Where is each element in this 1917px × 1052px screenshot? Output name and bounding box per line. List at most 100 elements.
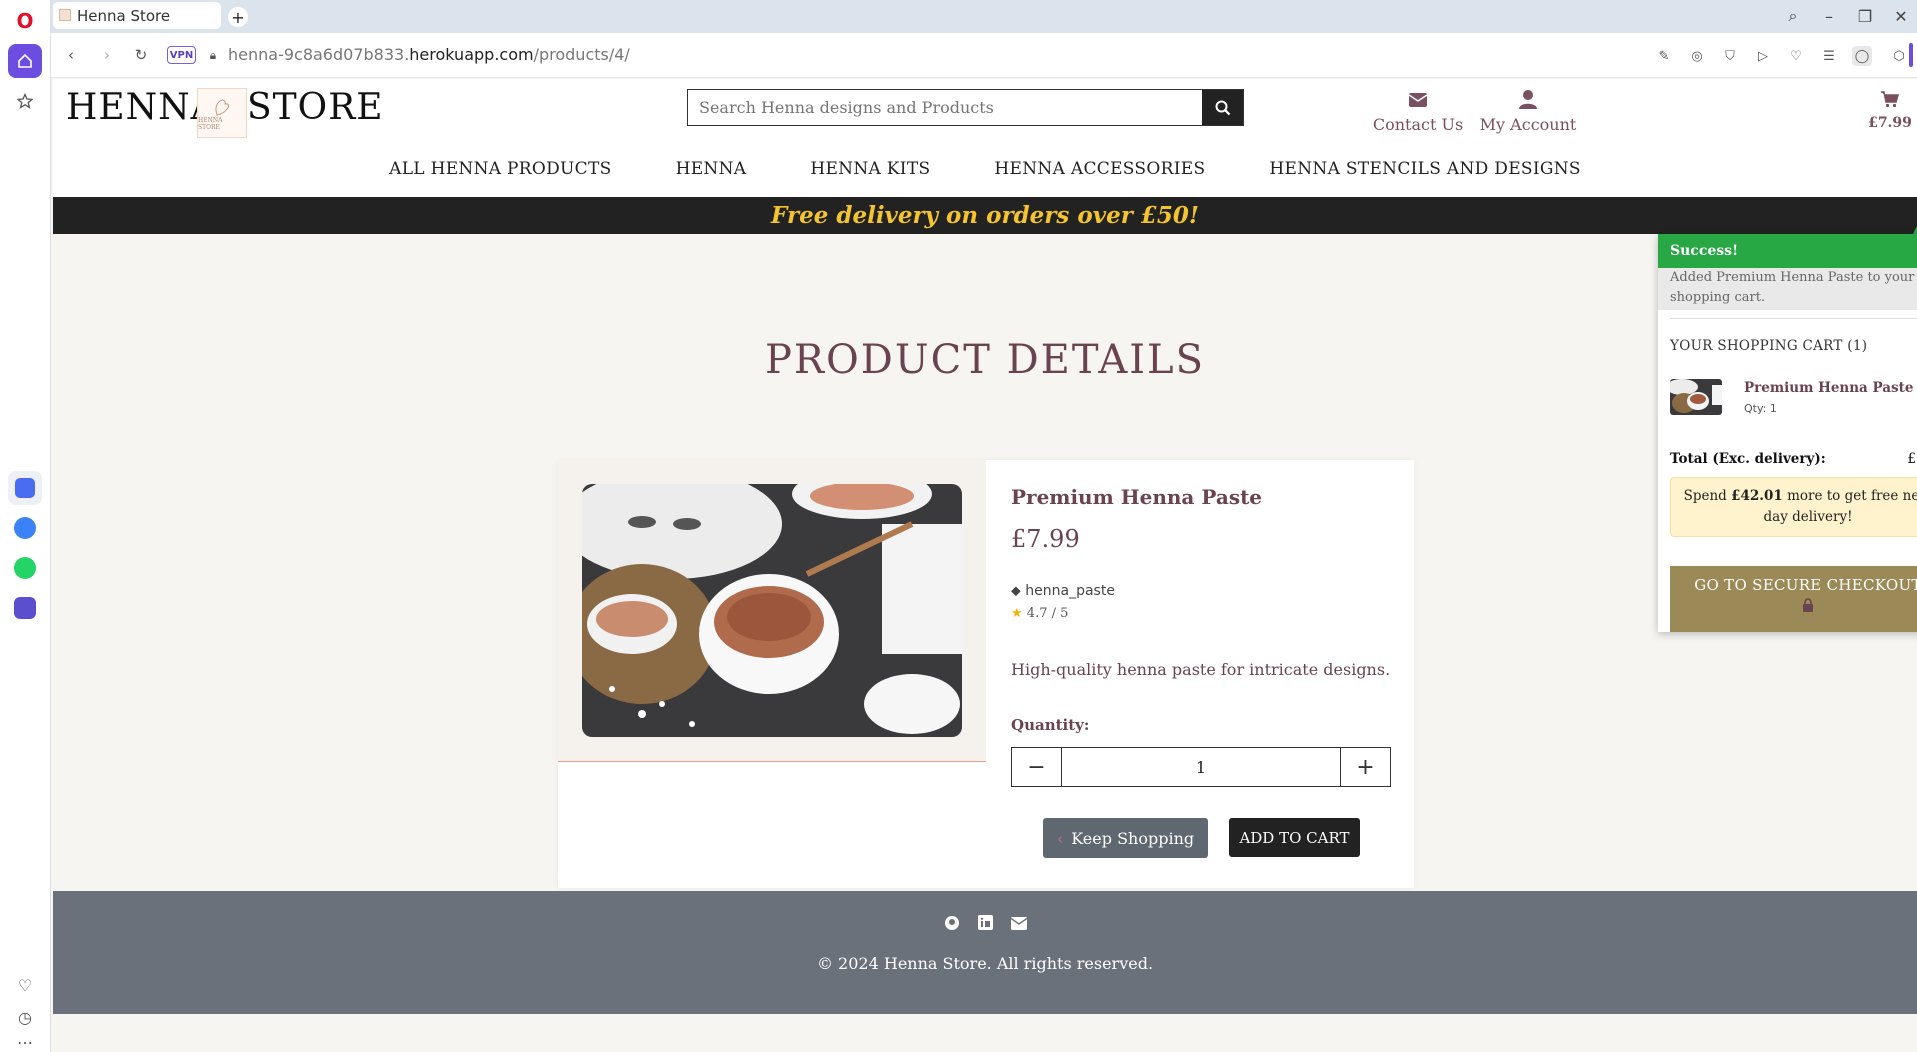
- aria-ai-icon[interactable]: [8, 471, 42, 505]
- contact-us-link[interactable]: Contact Us: [1363, 89, 1473, 134]
- reload-icon[interactable]: ↻: [131, 45, 151, 65]
- product-price: £7.99: [1011, 525, 1080, 553]
- webpage: HENNA HENNA STORE STORE Contact Us My Ac…: [53, 79, 1917, 1052]
- my-account-label: My Account: [1479, 115, 1577, 134]
- checkout-button[interactable]: GO TO SECURE CHECKOUT: [1670, 566, 1917, 632]
- camera-icon[interactable]: ◎: [1687, 46, 1707, 66]
- product-name: Premium Henna Paste: [1011, 485, 1263, 509]
- email-icon[interactable]: [1010, 915, 1027, 935]
- search-form: [687, 89, 1244, 126]
- checkout-label: GO TO SECURE CHECKOUT: [1694, 576, 1917, 594]
- address-bar: ‹ › ↻ VPN 🔒︎ henna-9c8a6d07b833.herokuap…: [51, 33, 1917, 78]
- quantity-stepper: − 1 +: [1011, 747, 1391, 787]
- more-icon[interactable]: …: [8, 1028, 42, 1048]
- toast-item-name[interactable]: Premium Henna Paste: [1744, 380, 1913, 396]
- rating-value: 4.7 / 5: [1026, 606, 1069, 621]
- product-rating: ★ 4.7 / 5: [1011, 606, 1068, 621]
- quantity-input[interactable]: 1: [1061, 748, 1341, 786]
- forward-icon[interactable]: ›: [97, 45, 117, 65]
- toast-total-value: £7.99: [1907, 451, 1917, 467]
- product-image-column: [558, 460, 986, 762]
- sidebar-indicator: [1909, 43, 1913, 67]
- nav-henna-accessories[interactable]: HENNA ACCESSORIES: [962, 149, 1237, 189]
- nav-henna[interactable]: HENNA: [644, 149, 779, 189]
- search-tabs-icon[interactable]: ⌕: [1780, 4, 1806, 28]
- github-icon[interactable]: [944, 915, 960, 935]
- search-input[interactable]: [688, 90, 1202, 125]
- messenger-icon[interactable]: [8, 511, 42, 545]
- home-icon[interactable]: [8, 44, 42, 78]
- toast-total-label: Total (Exc. delivery):: [1670, 451, 1826, 467]
- browser-sidebar: O ♡ ◷ …: [0, 0, 51, 1052]
- toast-header: Success! ✕: [1658, 234, 1917, 268]
- toast-item-thumbnail[interactable]: [1670, 379, 1722, 415]
- social-links: [53, 915, 1917, 935]
- lock-icon: [1670, 598, 1917, 616]
- cart-link[interactable]: £7.99: [1865, 89, 1915, 131]
- easy-setup-icon[interactable]: ☰: [1819, 46, 1839, 66]
- delivery-banner-text: Free delivery on orders over £50!: [771, 202, 1199, 229]
- logo-text-store[interactable]: STORE: [247, 87, 384, 128]
- minus-icon: −: [1027, 754, 1046, 780]
- site-footer: © 2024 Henna Store. All rights reserved.: [53, 891, 1917, 1014]
- product-category-tag[interactable]: ⬥ henna_paste: [1011, 583, 1115, 599]
- nav-all-henna-products[interactable]: ALL HENNA PRODUCTS: [357, 149, 643, 189]
- chevron-left-icon: ‹: [1056, 828, 1064, 848]
- opera-logo-icon[interactable]: O: [8, 4, 42, 38]
- vpn-badge[interactable]: VPN: [167, 46, 196, 64]
- site-header: HENNA HENNA STORE STORE Contact Us My Ac…: [53, 79, 1917, 197]
- product-card: Premium Henna Paste £7.99 ⬥ henna_paste …: [558, 460, 1414, 888]
- page-title: PRODUCT DETAILS: [764, 337, 1206, 383]
- logo-hand-icon[interactable]: HENNA STORE: [197, 88, 247, 138]
- tab-bar: [51, 0, 1917, 33]
- product-tag-label: henna_paste: [1025, 583, 1115, 599]
- keep-shopping-label: Keep Shopping: [1071, 828, 1195, 848]
- favicon-icon: [59, 9, 71, 21]
- spend-suffix: more to get free next day delivery!: [1763, 488, 1917, 525]
- back-icon[interactable]: ‹: [61, 45, 81, 65]
- close-window-icon[interactable]: ✕: [1888, 4, 1914, 28]
- decrement-button[interactable]: −: [1012, 748, 1061, 786]
- nav-henna-stencils-designs[interactable]: HENNA STENCILS AND DESIGNS: [1237, 149, 1612, 189]
- lock-icon[interactable]: 🔒︎: [203, 45, 223, 65]
- add-to-cart-button[interactable]: ADD TO CART: [1229, 818, 1360, 857]
- profile-icon[interactable]: ◯: [1852, 46, 1872, 66]
- toast-cart-title: YOUR SHOPPING CART (1): [1670, 338, 1868, 354]
- play-icon[interactable]: ▷: [1753, 46, 1773, 66]
- free-delivery-notice: Spend £42.01 more to get free next day d…: [1670, 477, 1917, 537]
- whatsapp-icon[interactable]: [8, 551, 42, 585]
- contact-us-label: Contact Us: [1372, 115, 1464, 134]
- search-button[interactable]: [1202, 90, 1243, 125]
- nav-henna-kits[interactable]: HENNA KITS: [778, 149, 962, 189]
- user-icon: [1473, 89, 1583, 115]
- logo-text-henna[interactable]: HENNA: [66, 87, 218, 128]
- increment-button[interactable]: +: [1341, 748, 1390, 786]
- cart-toast: Success! ✕ Added Premium Henna Paste to …: [1658, 234, 1917, 632]
- logo-badge-text: HENNA STORE: [198, 117, 223, 131]
- toast-arrow: [1913, 222, 1917, 234]
- minimize-icon[interactable]: –: [1816, 4, 1842, 28]
- new-tab-button[interactable]: +: [228, 7, 248, 27]
- snapshot-edit-icon[interactable]: ✎: [1654, 46, 1674, 66]
- spend-prefix: Spend: [1683, 488, 1732, 504]
- restore-icon[interactable]: ❐: [1852, 4, 1878, 28]
- tab-henna-store[interactable]: Henna Store: [53, 2, 221, 29]
- product-description: High-quality henna paste for intricate d…: [1011, 660, 1391, 679]
- keep-shopping-button[interactable]: ‹ Keep Shopping: [1043, 818, 1208, 858]
- tab-title: Henna Store: [77, 6, 171, 25]
- linkedin-icon[interactable]: [977, 915, 993, 935]
- search-icon: [1215, 100, 1230, 115]
- cart-total: £7.99: [1868, 115, 1912, 131]
- favorite-heart-icon[interactable]: ♡: [1786, 46, 1806, 66]
- my-account-link[interactable]: My Account: [1473, 89, 1583, 134]
- music-player-icon[interactable]: [8, 591, 42, 625]
- url-field[interactable]: henna-9c8a6d07b833.herokuapp.com/product…: [228, 45, 630, 64]
- toast-title: Success!: [1670, 243, 1739, 259]
- toast-message: Added Premium Henna Paste to your shoppi…: [1658, 268, 1917, 310]
- heart-icon[interactable]: ♡: [8, 968, 42, 1002]
- tag-icon: ⬥: [1011, 583, 1021, 599]
- bookmarks-star-icon[interactable]: [8, 84, 42, 118]
- extensions-cube-icon[interactable]: ⬡: [1889, 46, 1909, 66]
- envelope-icon: [1363, 89, 1473, 115]
- shield-icon[interactable]: ⛉: [1720, 46, 1740, 66]
